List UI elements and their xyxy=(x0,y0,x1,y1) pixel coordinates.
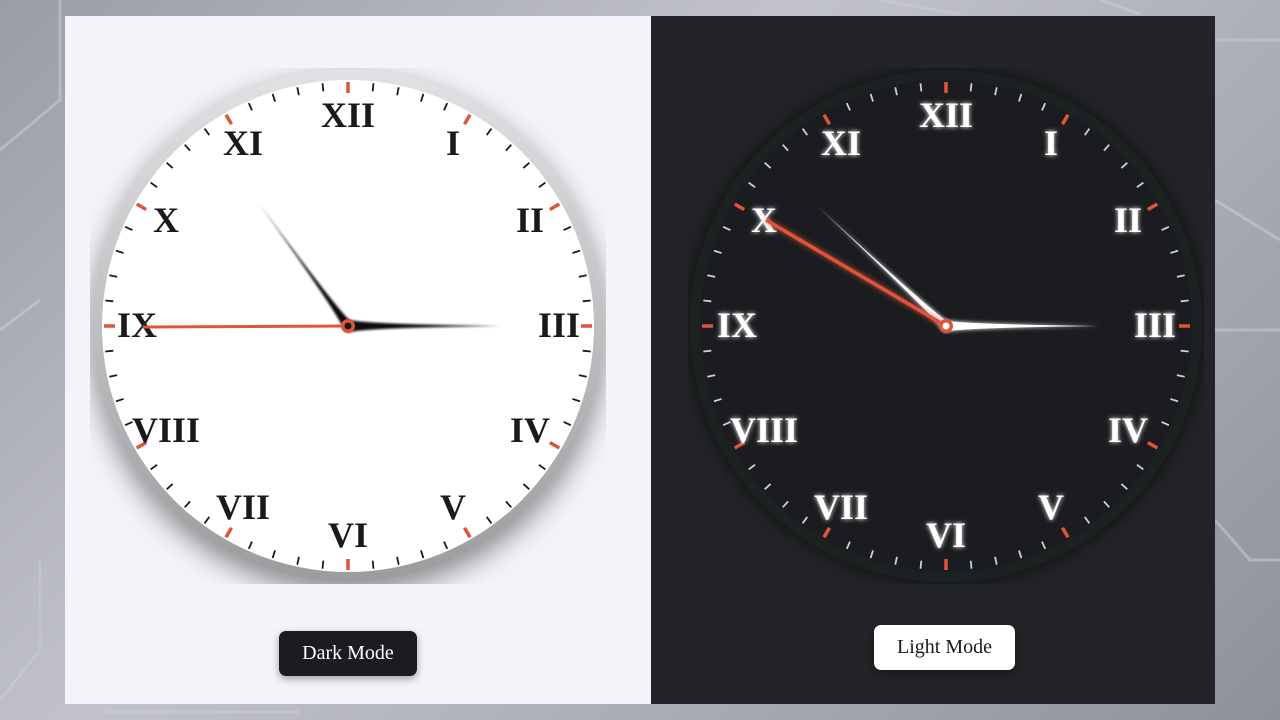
minute-tick xyxy=(919,560,923,569)
light-clock-panel: XII I II III IV V VI VII VIII IX X XI Da… xyxy=(65,16,651,704)
numeral-vii: VII xyxy=(814,487,868,527)
minute-tick xyxy=(371,83,375,92)
numeral-viii: VIII xyxy=(730,410,798,450)
numeral-ii: II xyxy=(1114,200,1142,240)
numeral-xii: XII xyxy=(919,95,973,135)
minute-tick xyxy=(105,349,114,353)
dark-mode-button[interactable]: Dark Mode xyxy=(279,631,417,676)
numeral-ii: II xyxy=(516,200,544,240)
minute-tick xyxy=(1180,349,1189,353)
numeral-vi: VI xyxy=(926,515,966,555)
numeral-viii: VIII xyxy=(132,410,200,450)
minute-tick xyxy=(1180,299,1189,303)
numeral-v: V xyxy=(440,487,466,527)
minute-tick xyxy=(321,83,325,92)
numeral-vii: VII xyxy=(216,487,270,527)
numeral-iv: IV xyxy=(1108,410,1148,450)
dark-analog-clock: XII I II III IV V VI VII VIII IX X XI xyxy=(690,70,1202,582)
light-center-cap xyxy=(344,322,352,330)
numeral-xi: XI xyxy=(223,123,263,163)
minute-tick xyxy=(371,560,375,569)
light-analog-clock: XII I II III IV V VI VII VIII IX X XI xyxy=(92,70,604,582)
minute-tick xyxy=(582,349,591,353)
numeral-ix: IX xyxy=(717,305,757,345)
minute-tick xyxy=(321,560,325,569)
minute-tick xyxy=(703,349,712,353)
numeral-iv: IV xyxy=(510,410,550,450)
numeral-iii: III xyxy=(1134,305,1176,345)
numeral-iii: III xyxy=(538,305,580,345)
dark-center-cap xyxy=(942,322,950,330)
minute-tick xyxy=(703,299,712,303)
numeral-i: I xyxy=(446,123,460,163)
numeral-xii: XII xyxy=(321,95,375,135)
minute-tick xyxy=(919,83,923,92)
light-second-hand xyxy=(142,324,349,329)
minute-tick xyxy=(969,560,973,569)
minute-tick xyxy=(969,83,973,92)
numeral-v: V xyxy=(1038,487,1064,527)
numeral-x: X xyxy=(153,200,179,240)
numeral-x: X xyxy=(751,200,777,240)
light-mode-button[interactable]: Light Mode xyxy=(874,625,1015,670)
numeral-vi: VI xyxy=(328,515,368,555)
numeral-xi: XI xyxy=(821,123,861,163)
minute-tick xyxy=(582,299,591,303)
numeral-i: I xyxy=(1044,123,1058,163)
dark-clock-panel: XII I II III IV V VI VII VIII IX X XI Li… xyxy=(651,16,1215,704)
minute-tick xyxy=(105,299,114,303)
